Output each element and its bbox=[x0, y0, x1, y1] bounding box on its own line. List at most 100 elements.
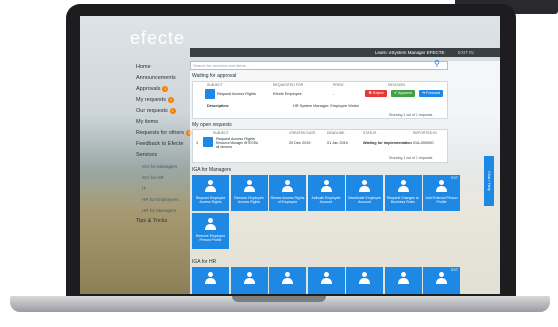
person-icon bbox=[243, 272, 256, 285]
service-tile-label: Activate Employee Account bbox=[311, 196, 341, 204]
service-tile[interactable] bbox=[230, 267, 268, 294]
iga-hr-title: IGA for HR bbox=[192, 259, 217, 265]
col-requested-for: REQUESTED FOR bbox=[273, 83, 304, 87]
efecte-logo: efecte bbox=[130, 28, 186, 48]
exit-link[interactable]: EXIT IN bbox=[458, 48, 474, 57]
sidebar-item-label: Tips & Tricks bbox=[136, 218, 168, 224]
external-badge: EXT bbox=[451, 268, 458, 272]
sidebar-item-label: Approvals bbox=[136, 86, 161, 92]
sidebar-item-label: Our requests bbox=[136, 108, 168, 114]
person-icon bbox=[358, 180, 371, 193]
person-icon bbox=[435, 180, 448, 193]
sidebar-item[interactable]: IGA for Managers bbox=[136, 161, 192, 172]
service-tile-label: Renew Access Rights of Employee bbox=[270, 196, 305, 204]
person-icon bbox=[243, 180, 256, 193]
row-number: 1 bbox=[196, 141, 199, 145]
request-deadline: 01 Jan 2019 bbox=[327, 141, 348, 145]
sidebar-item-label: My items bbox=[136, 119, 158, 125]
sidebar-item-label: Feedback to Efecte bbox=[136, 141, 184, 147]
col-reported-id: REPORTED ID bbox=[413, 131, 437, 135]
person-icon bbox=[358, 272, 371, 285]
sidebar-item-label: IGA for HR bbox=[142, 175, 164, 180]
sidebar-item[interactable]: Feedback to Efecte bbox=[136, 139, 192, 150]
service-tile[interactable] bbox=[384, 267, 422, 294]
col-subject: SUBJECT bbox=[213, 131, 229, 135]
approval-price: - bbox=[333, 92, 335, 96]
sidebar-item[interactable]: Our requests 1 bbox=[136, 106, 192, 117]
person-icon bbox=[204, 180, 217, 193]
sidebar-item[interactable]: IT bbox=[136, 183, 192, 194]
col-status: STATUS bbox=[363, 131, 377, 135]
col-decision: DECISION bbox=[388, 83, 405, 87]
service-tile[interactable]: Deactivate Employee Account bbox=[346, 175, 383, 211]
service-tile[interactable]: Request Changes to Business Roles bbox=[384, 175, 422, 211]
service-tile-label: Deactivate Employee Account bbox=[347, 196, 382, 204]
service-tile[interactable] bbox=[269, 267, 306, 294]
service-tile[interactable]: Add External Person Profile EXT bbox=[423, 175, 460, 211]
laptop-notch bbox=[232, 296, 326, 302]
person-icon bbox=[320, 180, 333, 193]
sidebar-item[interactable]: Tips & Tricks bbox=[136, 216, 192, 227]
sidebar-item[interactable]: Approvals 1 bbox=[136, 84, 192, 95]
description-text: HR System Manager: Employee Works bbox=[293, 104, 359, 108]
reject-button[interactable]: ✖ Reject bbox=[365, 90, 387, 97]
approval-subject[interactable]: Request Access Rights bbox=[217, 92, 256, 96]
request-icon bbox=[203, 137, 213, 147]
approve-button[interactable]: ✔ Approve bbox=[391, 90, 415, 97]
count-badge: 1 bbox=[167, 96, 174, 103]
request-created: 20 Dec 2019 bbox=[289, 141, 311, 145]
sidebar-item[interactable]: HR for Managers bbox=[136, 205, 192, 216]
search-icon[interactable]: ⚲ bbox=[434, 59, 440, 68]
person-icon bbox=[435, 272, 448, 285]
help-side-tab[interactable]: Chat / Help bbox=[484, 156, 494, 206]
request-icon bbox=[205, 89, 215, 99]
open-requests-title: My open requests bbox=[192, 122, 232, 128]
person-icon bbox=[204, 272, 217, 285]
sidebar-item[interactable]: Home bbox=[136, 62, 192, 73]
top-bar: Learn: eSystem Manager EFECTE EXIT IN bbox=[190, 48, 500, 57]
service-tile[interactable]: Activate Employee Account bbox=[307, 175, 345, 211]
search-input[interactable]: Search for services and items... bbox=[190, 61, 448, 70]
iga-managers-title: IGA for Managers bbox=[192, 167, 232, 173]
service-tile-label: Request Changes to Business Roles bbox=[387, 196, 419, 204]
forward-button[interactable]: ➜ Forward bbox=[419, 90, 443, 97]
person-icon bbox=[281, 180, 294, 193]
sidebar-item-label: HR for Managers bbox=[142, 208, 177, 213]
sidebar-item[interactable]: Requests for others 1 bbox=[136, 128, 192, 139]
count-badge: 1 bbox=[169, 107, 176, 114]
request-subject-detail: all versions bbox=[216, 145, 232, 149]
user-menu[interactable]: Learn: eSystem Manager EFECTE bbox=[375, 48, 445, 57]
service-tile[interactable]: Remove Employee Access Rights bbox=[230, 175, 268, 211]
sidebar-item[interactable]: Services bbox=[136, 150, 192, 161]
sidebar-item-label: Home bbox=[136, 64, 151, 70]
sidebar-item-label: Services bbox=[136, 152, 158, 158]
sidebar-item[interactable]: IGA for HR bbox=[136, 172, 192, 183]
sidebar-item[interactable]: Announcements bbox=[136, 73, 192, 84]
open-requests-count: Showing 1 out of 1 requests bbox=[389, 156, 433, 160]
sidebar-nav: Home Announcements Approvals 1 My requests 1 O… bbox=[136, 62, 192, 227]
person-icon bbox=[281, 272, 294, 285]
service-tile[interactable]: Request Employee Access Rights bbox=[192, 175, 229, 211]
sidebar-item-label: IGA for Managers bbox=[142, 164, 178, 169]
sidebar-item-label: IT bbox=[142, 186, 146, 191]
request-status: Waiting for implementation bbox=[363, 141, 412, 145]
service-tile[interactable] bbox=[307, 267, 345, 294]
service-tile[interactable] bbox=[192, 267, 229, 294]
service-tile[interactable]: EXT bbox=[423, 267, 460, 294]
service-tile[interactable]: Renew Access Rights of Employee bbox=[269, 175, 306, 211]
sidebar-item-label: HR for Employees bbox=[142, 197, 179, 202]
open-requests-panel: SUBJECT CREATED DATE DEADLINE STATUS REP… bbox=[192, 129, 448, 163]
col-subject: SUBJECT bbox=[207, 83, 223, 87]
sidebar-item[interactable]: HR for Employees bbox=[136, 194, 192, 205]
service-tile[interactable] bbox=[346, 267, 383, 294]
sidebar-item-label: Requests for others bbox=[136, 130, 184, 136]
description-label: Description: bbox=[207, 104, 230, 108]
service-tile[interactable]: Remove Employee Person Profile bbox=[192, 213, 229, 249]
sidebar-item[interactable]: My items bbox=[136, 117, 192, 128]
person-icon bbox=[204, 218, 217, 231]
laptop-screen: efecte Learn: eSystem Manager EFECTE EXI… bbox=[80, 16, 500, 294]
approvals-panel: SUBJECT REQUESTED FOR PRICE DECISION Req… bbox=[192, 81, 448, 119]
person-icon bbox=[397, 272, 410, 285]
sidebar-item[interactable]: My requests 1 bbox=[136, 95, 192, 106]
service-tile-label: Remove Employee Access Rights bbox=[234, 196, 264, 204]
